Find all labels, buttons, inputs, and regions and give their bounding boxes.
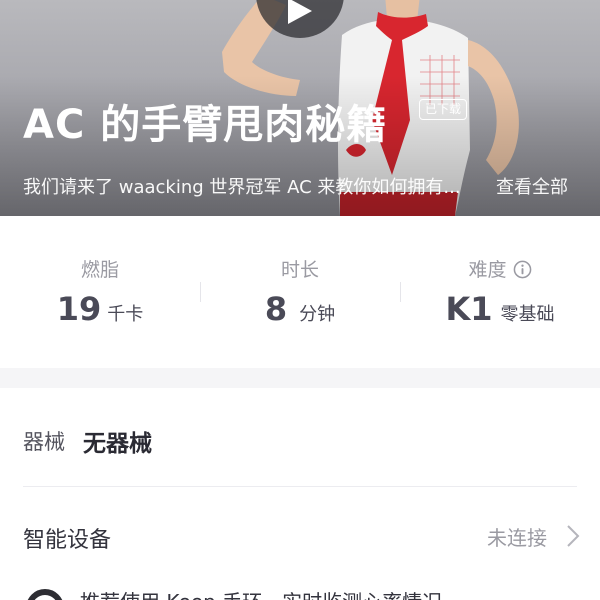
- info-icon[interactable]: [513, 260, 532, 279]
- course-stats: 燃脂 19 千卡 时长 8 分钟 难度 K1 零基础: [0, 216, 600, 368]
- stat-label: 难度: [400, 255, 600, 282]
- stat-label: 燃脂: [80, 259, 119, 281]
- equipment-label: 器械: [23, 430, 65, 454]
- stat-value: 8 分钟: [200, 290, 400, 328]
- smart-device-row[interactable]: 智能设备 未连接: [0, 487, 600, 583]
- chevron-right-icon: [567, 525, 580, 547]
- duration-number: 8: [264, 290, 288, 328]
- stat-value: 19 千卡: [0, 290, 200, 328]
- stat-value: K1 零基础: [400, 290, 600, 328]
- view-all-link[interactable]: 查看全部: [496, 173, 568, 199]
- stat-label: 时长: [280, 259, 319, 281]
- stat-calories: 燃脂 19 千卡: [0, 216, 200, 368]
- course-detail-page: AC 的手臂甩肉秘籍 已下载 我们请来了 waacking 世界冠军 AC 来教…: [0, 0, 600, 600]
- course-title: AC 的手臂甩肉秘籍: [23, 102, 388, 148]
- band-tip-text: 推荐使用 Keep 手环，实时监测心率情况: [80, 586, 442, 600]
- equipment-row: 器械 无器械: [0, 388, 600, 486]
- stat-difficulty[interactable]: 难度 K1 零基础: [400, 216, 600, 368]
- section-gap: [0, 368, 600, 388]
- difficulty-level: K1: [445, 290, 493, 328]
- smart-band-icon: [27, 589, 63, 600]
- smart-device-label: 智能设备: [23, 528, 112, 553]
- difficulty-label: 难度: [468, 259, 507, 281]
- difficulty-desc: 零基础: [500, 304, 555, 325]
- play-icon: [288, 0, 312, 24]
- connection-status: 未连接: [487, 526, 547, 550]
- band-tip-row[interactable]: 推荐使用 Keep 手环，实时监测心率情况: [0, 578, 600, 600]
- course-description: 我们请来了 waacking 世界冠军 AC 来教你如何拥有...: [23, 177, 461, 198]
- equipment-value: 无器械: [83, 431, 152, 457]
- duration-unit: 分钟: [299, 304, 336, 325]
- downloaded-badge: 已下载: [419, 99, 468, 120]
- stat-duration: 时长 8 分钟: [200, 216, 400, 368]
- calories-number: 19: [56, 290, 102, 328]
- calories-unit: 千卡: [107, 304, 144, 325]
- course-hero: AC 的手臂甩肉秘籍 已下载 我们请来了 waacking 世界冠军 AC 来教…: [0, 0, 600, 216]
